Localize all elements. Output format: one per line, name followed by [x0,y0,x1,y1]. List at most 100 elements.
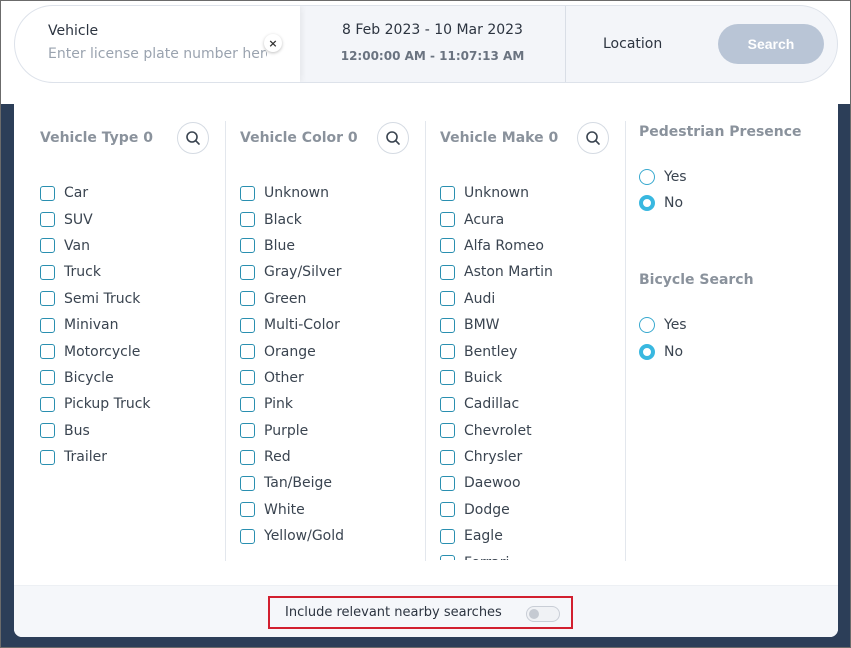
checkbox[interactable] [240,185,255,201]
nearby-search-toggle[interactable] [526,606,560,622]
checkbox[interactable] [440,185,455,201]
vehicle-make-option[interactable]: BMW [440,312,553,338]
vehicle-type-option[interactable]: Bus [40,418,151,444]
date-range-segment[interactable]: 8 Feb 2023 - 10 Mar 2023 12:00:00 AM - 1… [300,6,565,82]
checkbox[interactable] [440,291,455,307]
location-field[interactable]: Location [603,36,662,52]
checkbox[interactable] [240,370,255,386]
checkbox[interactable] [440,423,455,439]
vehicle-make-option[interactable]: Cadillac [440,391,553,417]
checkbox[interactable] [240,212,255,228]
vehicle-color-option[interactable]: Multi-Color [240,312,344,338]
radio-button[interactable] [639,169,655,185]
checkbox[interactable] [40,291,55,307]
pedestrian-no-radio[interactable]: No [639,195,683,211]
vehicle-type-option[interactable]: Car [40,180,151,206]
vehicle-color-option[interactable]: White [240,497,344,523]
checkbox[interactable] [40,238,55,254]
vehicle-make-option[interactable]: Buick [440,365,553,391]
vehicle-type-option[interactable]: Semi Truck [40,286,151,312]
vehicle-make-option[interactable]: Acura [440,206,553,232]
vehicle-make-option[interactable]: Daewoo [440,470,553,496]
checkbox[interactable] [40,185,55,201]
radio-button[interactable] [639,344,655,360]
vehicle-type-option[interactable]: Bicycle [40,365,151,391]
vehicle-color-option[interactable]: Blue [240,233,344,259]
vehicle-make-option[interactable]: Audi [440,286,553,312]
clear-icon[interactable]: × [264,34,282,52]
checkbox[interactable] [240,238,255,254]
checkbox[interactable] [440,502,455,518]
search-icon[interactable] [577,122,609,154]
vehicle-label: Vehicle [48,23,99,39]
checkbox[interactable] [440,449,455,465]
checkbox[interactable] [240,317,255,333]
vehicle-type-option[interactable]: Pickup Truck [40,391,151,417]
pedestrian-yes-radio[interactable]: Yes [639,169,687,185]
vehicle-color-option[interactable]: Other [240,365,344,391]
vehicle-color-option[interactable]: Unknown [240,180,344,206]
vehicle-make-option[interactable]: Aston Martin [440,259,553,285]
checkbox[interactable] [240,502,255,518]
checkbox[interactable] [240,423,255,439]
vehicle-make-option[interactable]: Eagle [440,523,553,549]
vehicle-color-option[interactable]: Red [240,444,344,470]
vehicle-color-option[interactable]: Yellow/Gold [240,523,344,549]
license-plate-input[interactable] [48,46,267,62]
search-icon[interactable] [377,122,409,154]
radio-button[interactable] [639,195,655,211]
checkbox[interactable] [40,423,55,439]
checkbox[interactable] [240,264,255,280]
vehicle-color-option[interactable]: Gray/Silver [240,259,344,285]
vehicle-type-option[interactable]: Minivan [40,312,151,338]
vehicle-make-option[interactable]: Dodge [440,497,553,523]
vehicle-make-option[interactable]: Ferrari [440,549,553,560]
vehicle-color-option[interactable]: Tan/Beige [240,470,344,496]
checkbox[interactable] [40,449,55,465]
search-button[interactable]: Search [718,24,824,64]
checkbox[interactable] [240,291,255,307]
checkbox[interactable] [440,396,455,412]
vehicle-make-option[interactable]: Alfa Romeo [440,233,553,259]
checkbox[interactable] [440,264,455,280]
bicycle-yes-radio[interactable]: Yes [639,317,687,333]
checkbox[interactable] [440,212,455,228]
checkbox[interactable] [240,344,255,360]
checkbox[interactable] [440,238,455,254]
checkbox[interactable] [240,449,255,465]
checkbox[interactable] [40,396,55,412]
checkbox[interactable] [40,370,55,386]
radio-button[interactable] [639,317,655,333]
checkbox[interactable] [40,344,55,360]
vehicle-type-option[interactable]: Van [40,233,151,259]
vehicle-type-option[interactable]: Truck [40,259,151,285]
vehicle-color-option[interactable]: Green [240,286,344,312]
checkbox[interactable] [440,475,455,491]
vehicle-color-option[interactable]: Orange [240,338,344,364]
vehicle-type-option[interactable]: SUV [40,206,151,232]
checkbox[interactable] [240,528,255,544]
checkbox[interactable] [240,475,255,491]
checkbox-label: White [264,501,305,518]
checkbox[interactable] [240,396,255,412]
vehicle-make-option[interactable]: Chevrolet [440,418,553,444]
vehicle-type-option[interactable]: Trailer [40,444,151,470]
vehicle-color-option[interactable]: Black [240,206,344,232]
checkbox[interactable] [440,528,455,544]
vehicle-make-option[interactable]: Unknown [440,180,553,206]
vehicle-make-option[interactable]: Chrysler [440,444,553,470]
bicycle-no-radio[interactable]: No [639,344,683,360]
vehicle-make-option[interactable]: Bentley [440,338,553,364]
vehicle-type-option[interactable]: Motorcycle [40,338,151,364]
checkbox[interactable] [40,212,55,228]
checkbox[interactable] [40,317,55,333]
checkbox[interactable] [440,344,455,360]
checkbox[interactable] [40,264,55,280]
vehicle-color-option[interactable]: Purple [240,418,344,444]
checkbox[interactable] [440,555,455,560]
vehicle-color-option[interactable]: Pink [240,391,344,417]
checkbox[interactable] [440,317,455,333]
search-icon[interactable] [177,122,209,154]
checkbox[interactable] [440,370,455,386]
vehicle-segment[interactable]: Vehicle × [15,6,300,82]
